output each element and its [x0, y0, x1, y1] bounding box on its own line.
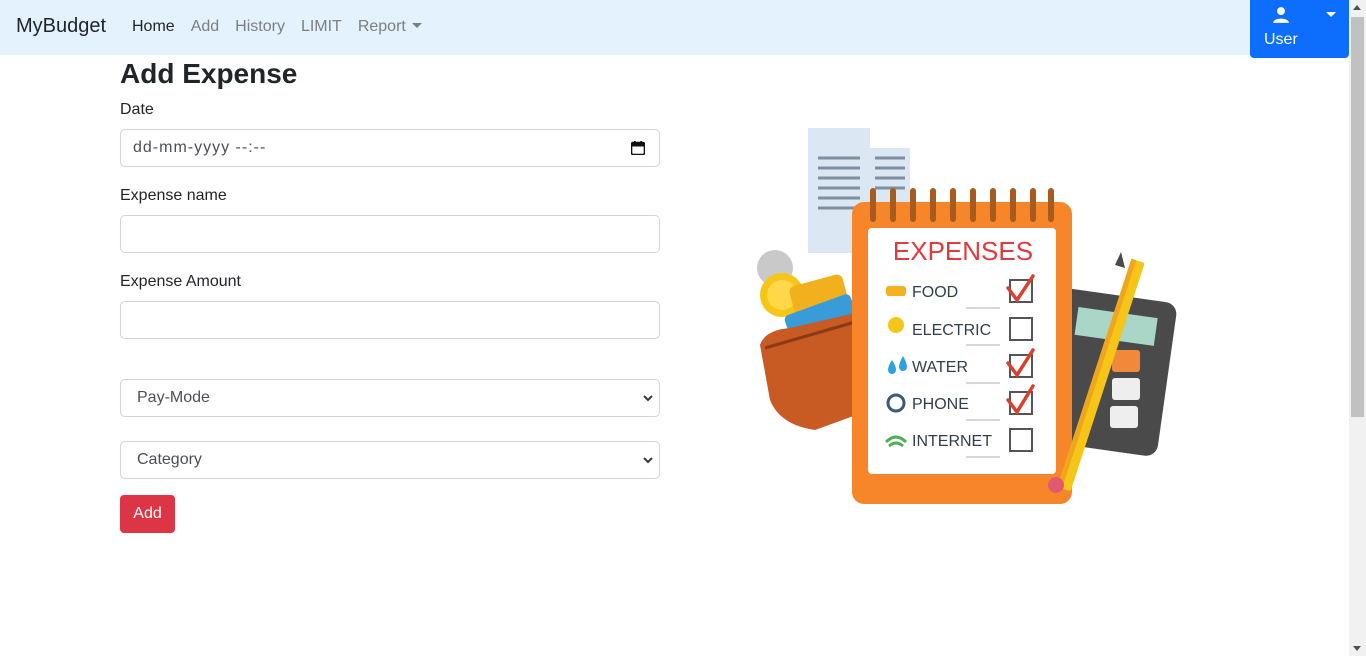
row-label-phone: PHONE	[912, 396, 969, 413]
row-label-water: WATER	[912, 359, 968, 376]
row-label-electric: ELECTRIC	[912, 322, 991, 339]
scroll-down-icon[interactable]	[1353, 646, 1361, 651]
burger-icon	[886, 286, 906, 296]
expenses-illustration: EXPENSES FOOD ELECTRIC WATER PHONE INTER…	[757, 128, 1177, 504]
expense-amount-label: Expense Amount	[120, 273, 241, 290]
calendar-icon[interactable]	[631, 141, 645, 155]
notebook-image: EXPENSES FOOD ELECTRIC WATER PHONE INTER…	[852, 188, 1072, 504]
nav-link-home[interactable]: Home	[132, 18, 175, 36]
illustration-heading: EXPENSES	[893, 236, 1033, 266]
row-label-food: FOOD	[912, 284, 958, 301]
nav-link-history[interactable]: History	[235, 18, 285, 36]
date-label: Date	[120, 101, 154, 118]
nav-link-report-label: Report	[357, 18, 406, 35]
user-icon	[1273, 7, 1289, 23]
scroll-up-icon[interactable]	[1353, 5, 1361, 10]
expense-amount-input[interactable]	[120, 301, 660, 339]
row-label-internet: INTERNET	[912, 433, 992, 450]
chevron-down-icon	[643, 457, 653, 464]
nav-link-limit[interactable]: LIMIT	[301, 18, 342, 36]
nav-link-report[interactable]: Report	[358, 18, 422, 36]
category-select[interactable]: Category	[120, 441, 660, 479]
user-dropdown-button[interactable]: User	[1250, 0, 1349, 58]
page-scrollbar[interactable]	[1349, 0, 1366, 656]
chevron-down-icon	[643, 395, 653, 402]
user-label: User	[1264, 31, 1298, 48]
pay-mode-selected: Pay-Mode	[137, 389, 210, 406]
expense-name-label: Expense name	[120, 187, 227, 204]
navbar: MyBudget Home Add History LIMIT Report	[0, 0, 1349, 55]
nav-links: Home Add History LIMIT Report	[132, 18, 438, 36]
chevron-down-icon	[411, 23, 422, 28]
scrollbar-thumb[interactable]	[1351, 17, 1364, 417]
category-selected: Category	[137, 451, 202, 468]
add-button[interactable]: Add	[120, 495, 175, 533]
date-input[interactable]: dd-mm-yyyy --:--	[120, 129, 660, 167]
expense-name-input[interactable]	[120, 215, 660, 253]
nav-link-add[interactable]: Add	[191, 18, 219, 36]
chevron-down-icon	[1326, 12, 1336, 17]
brand-logo[interactable]: MyBudget	[16, 15, 106, 38]
bulb-icon	[888, 317, 904, 333]
date-placeholder: dd-mm-yyyy --:--	[133, 139, 267, 156]
pay-mode-select[interactable]: Pay-Mode	[120, 379, 660, 417]
page-title: Add Expense	[120, 58, 298, 89]
